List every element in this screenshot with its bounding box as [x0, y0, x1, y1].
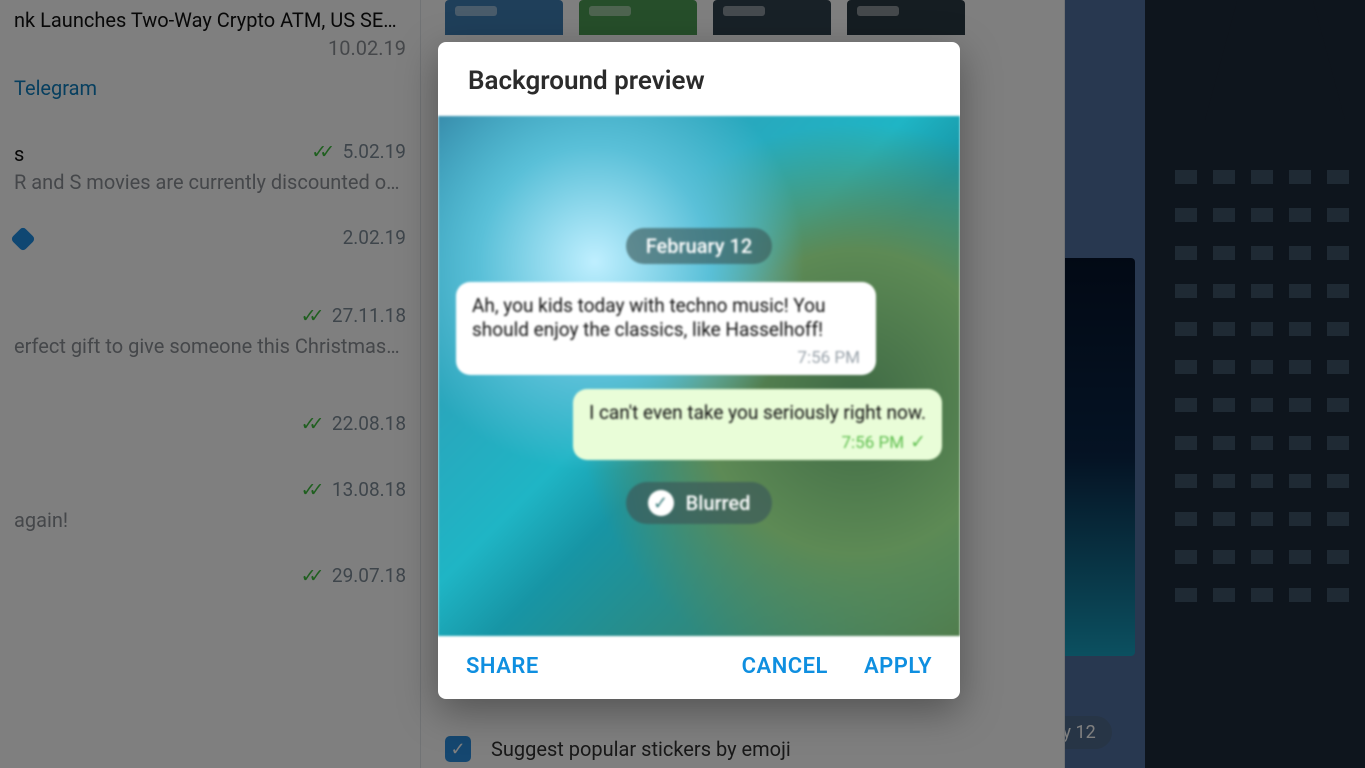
blurred-label: Blurred	[686, 491, 751, 515]
blurred-toggle[interactable]: ✓ Blurred	[626, 482, 773, 524]
check-icon: ✓	[910, 430, 926, 453]
message-text: Ah, you kids today with techno music! Yo…	[472, 294, 825, 342]
message-time: 7:56 PM	[472, 347, 860, 369]
check-circle-icon: ✓	[648, 490, 674, 516]
outgoing-message-bubble: I can't even take you seriously right no…	[573, 389, 942, 460]
apply-button[interactable]: APPLY	[864, 654, 932, 679]
cancel-button[interactable]: CANCEL	[742, 654, 828, 679]
message-time: 7:56 PM✓	[589, 430, 926, 455]
background-preview-modal: Background preview February 12 Ah, you k…	[438, 42, 960, 699]
modal-footer: SHARE CANCEL APPLY	[438, 636, 960, 699]
date-chip: February 12	[626, 228, 772, 264]
modal-title: Background preview	[438, 42, 960, 116]
message-text: I can't even take you seriously right no…	[589, 401, 926, 424]
share-button[interactable]: SHARE	[466, 654, 539, 679]
incoming-message-bubble: Ah, you kids today with techno music! Yo…	[456, 282, 876, 375]
background-preview-area: February 12 Ah, you kids today with tech…	[438, 116, 960, 636]
